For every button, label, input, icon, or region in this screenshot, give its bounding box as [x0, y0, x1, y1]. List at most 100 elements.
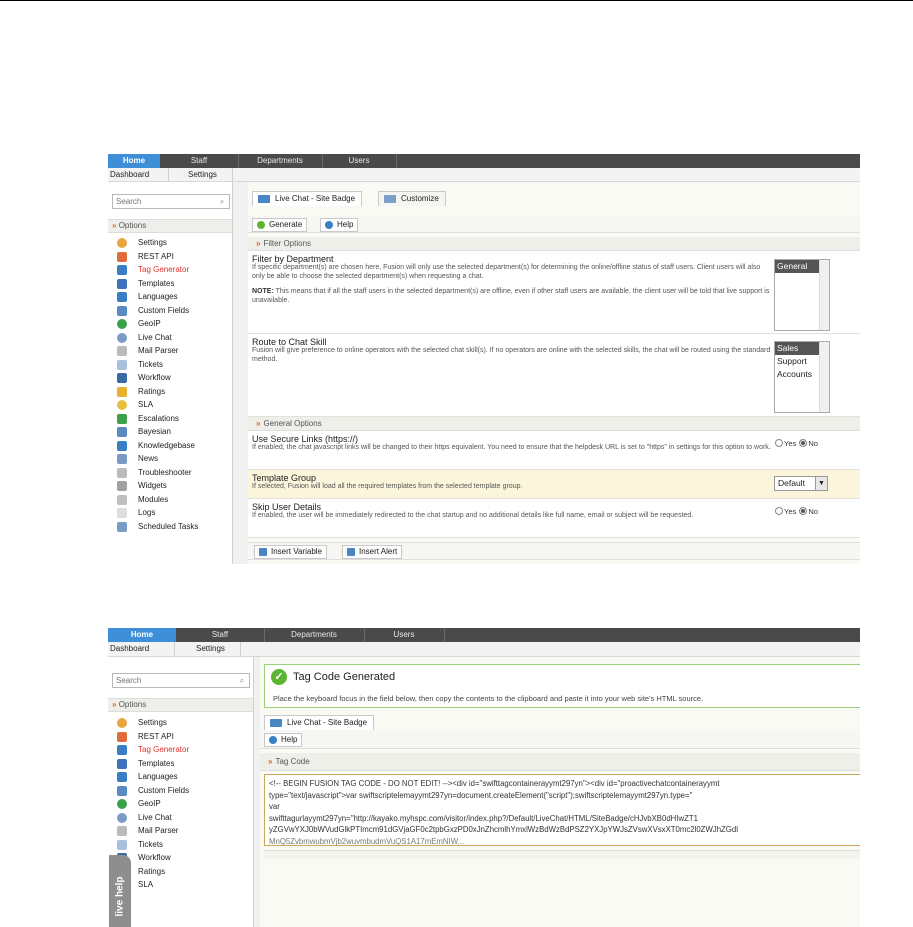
sidebar-item-tickets[interactable]: Tickets — [108, 358, 232, 372]
nav-departments[interactable]: Departments — [238, 154, 322, 168]
help-button[interactable]: Help — [264, 733, 303, 747]
search-icon[interactable]: ⌕ — [237, 674, 247, 687]
help-button[interactable]: Help — [320, 218, 359, 232]
subnav-dashboard[interactable]: Dashboard — [110, 168, 149, 181]
nav-departments[interactable]: Departments — [264, 628, 364, 642]
template-group-select[interactable]: Default ▼ — [774, 476, 828, 491]
sidebar-item-rest-api[interactable]: REST API — [108, 250, 232, 264]
tag-code-generated-banner: ✓ Tag Code Generated Place the keyboard … — [264, 664, 860, 708]
search-input[interactable] — [113, 674, 231, 687]
sidebar-item-logs[interactable]: Logs — [108, 506, 232, 520]
listbox-scrollbar[interactable] — [819, 342, 829, 412]
sidebar-item-label: Ratings — [138, 386, 166, 396]
yes-radio[interactable] — [775, 439, 783, 447]
nav-users[interactable]: Users — [322, 154, 396, 168]
chevron-down-icon[interactable]: ▼ — [815, 477, 827, 490]
skip-details-radio: Yes No — [774, 507, 818, 516]
modules-icon — [117, 494, 127, 505]
sidebar-item-tag-generator[interactable]: Tag Generator — [108, 743, 253, 757]
sidebar-item-news[interactable]: News — [108, 452, 232, 466]
search-box[interactable]: ⌕ — [112, 673, 250, 688]
nav-users[interactable]: Users — [364, 628, 444, 642]
tab-live-chat-site-badge[interactable]: Live Chat - Site Badge — [264, 715, 375, 730]
subnav-settings[interactable]: Settings — [188, 168, 217, 181]
nav-staff[interactable]: Staff — [176, 628, 264, 642]
sidebar-item-modules[interactable]: Modules — [108, 493, 232, 507]
sidebar-item-label: Workflow — [138, 853, 171, 862]
sidebar-item-label: GeoIP — [138, 799, 161, 808]
sidebar-item-label: Settings — [138, 238, 167, 247]
subnav-separator — [168, 168, 169, 181]
no-radio[interactable] — [799, 439, 808, 447]
sidebar-item-scheduled-tasks[interactable]: Scheduled Tasks — [108, 520, 232, 534]
sidebar-item-custom-fields[interactable]: Custom Fields — [108, 304, 232, 318]
sidebar-item-settings[interactable]: Settings — [108, 716, 253, 730]
tag-code-textarea[interactable]: <!-- BEGIN FUSION TAG CODE - DO NOT EDIT… — [264, 774, 860, 846]
sidebar-item-troubleshooter[interactable]: Troubleshooter — [108, 466, 232, 480]
secure-links-radio: Yes No — [774, 439, 818, 448]
tag-code-header: » Tag Code — [260, 753, 860, 771]
toolbar: Help — [260, 730, 860, 749]
no-radio[interactable] — [799, 507, 808, 515]
live-help-tab[interactable]: live help — [109, 855, 131, 927]
insert-alert-button[interactable]: Insert Alert — [342, 545, 403, 559]
sidebar-item-rest-api[interactable]: REST API — [108, 730, 253, 744]
sidebar-item-label: Settings — [138, 718, 167, 727]
code-icon — [117, 745, 127, 755]
sidebar-item-knowledgebase[interactable]: Knowledgebase — [108, 439, 232, 453]
sidebar-item-live-chat[interactable]: Live Chat — [108, 331, 232, 345]
search-input[interactable] — [113, 195, 211, 208]
sidebar-item-widgets[interactable]: Widgets — [108, 479, 232, 493]
sla-icon — [117, 400, 127, 410]
sub-nav: Dashboard Settings — [108, 168, 860, 182]
general-options-header: » General Options — [248, 417, 860, 431]
sidebar-item-escalations[interactable]: Escalations — [108, 412, 232, 426]
nav-staff[interactable]: Staff — [160, 154, 238, 168]
widgets-icon — [117, 481, 127, 491]
listbox-scrollbar[interactable] — [819, 260, 829, 330]
sidebar-item-templates[interactable]: Templates — [108, 277, 232, 291]
sidebar-item-label: News — [138, 454, 159, 463]
sidebar-item-label: Templates — [138, 758, 175, 768]
generate-icon — [257, 221, 265, 229]
sidebar-item-custom-fields[interactable]: Custom Fields — [108, 784, 253, 798]
sidebar-item-bayesian[interactable]: Bayesian — [108, 425, 232, 439]
sidebar-item-mail-parser[interactable]: Mail Parser — [108, 824, 253, 838]
subnav-settings[interactable]: Settings — [196, 642, 225, 656]
yes-radio[interactable] — [775, 507, 783, 515]
sidebar-item-sla[interactable]: SLA — [108, 398, 232, 412]
sidebar-item-workflow[interactable]: Workflow — [108, 371, 232, 385]
insert-variable-button[interactable]: Insert Variable — [254, 545, 327, 559]
chat-skill-listbox[interactable]: Sales Support Accounts — [774, 341, 830, 413]
no-label: No — [808, 507, 818, 516]
search-box[interactable]: ⌕ — [112, 194, 230, 209]
generate-button[interactable]: Generate — [252, 218, 308, 232]
variable-icon — [259, 548, 267, 556]
help-label: Help — [337, 220, 354, 229]
sidebar-item-geoip[interactable]: GeoIP — [108, 797, 253, 811]
section-label: Filter Options — [263, 239, 312, 248]
sidebar-item-tickets[interactable]: Tickets — [108, 838, 253, 852]
tab-live-chat-site-badge[interactable]: Live Chat - Site Badge — [252, 191, 363, 206]
code-line: <!-- BEGIN FUSION TAG CODE - DO NOT EDIT… — [269, 779, 720, 788]
sidebar-item-live-chat[interactable]: Live Chat — [108, 811, 253, 825]
skill-option[interactable]: Sales — [775, 342, 819, 355]
nav-home[interactable]: Home — [108, 628, 176, 642]
help-icon — [269, 736, 277, 744]
banner-title: Tag Code Generated — [293, 671, 396, 683]
sidebar-item-ratings[interactable]: Ratings — [108, 385, 232, 399]
sidebar-item-languages[interactable]: Languages — [108, 770, 253, 784]
department-listbox[interactable]: General — [774, 259, 830, 331]
code-line: type="text/javascript">var swiftscriptel… — [269, 790, 693, 800]
subnav-dashboard[interactable]: Dashboard — [110, 642, 149, 656]
tab-customize[interactable]: Customize — [378, 191, 446, 206]
row-title: Skip User Details — [252, 502, 322, 512]
sidebar-item-tag-generator[interactable]: Tag Generator — [108, 263, 232, 277]
sidebar-item-geoip[interactable]: GeoIP — [108, 317, 232, 331]
search-icon[interactable]: ⌕ — [217, 195, 227, 208]
sidebar-item-settings[interactable]: Settings — [108, 236, 232, 250]
sidebar-item-mail-parser[interactable]: Mail Parser — [108, 344, 232, 358]
sidebar-item-templates[interactable]: Templates — [108, 757, 253, 771]
nav-home[interactable]: Home — [108, 154, 160, 168]
sidebar-item-languages[interactable]: Languages — [108, 290, 232, 304]
